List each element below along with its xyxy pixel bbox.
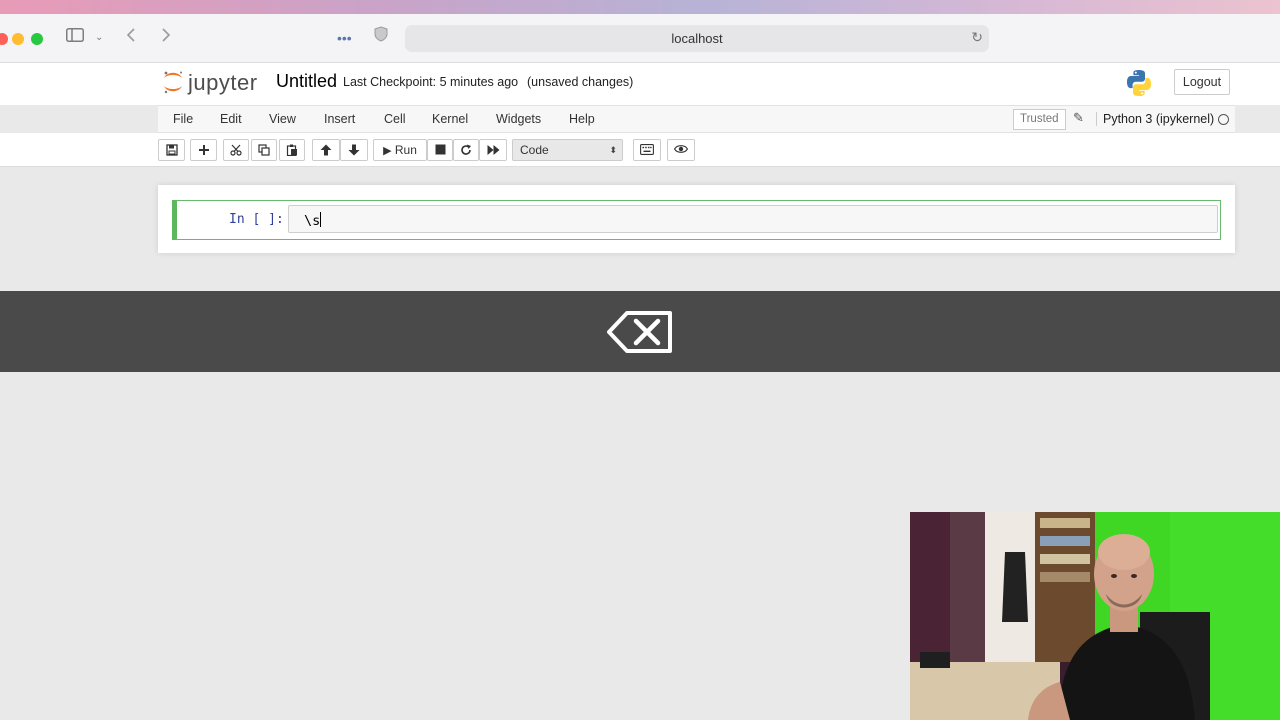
scissors-icon <box>230 144 242 156</box>
back-icon[interactable] <box>126 26 136 50</box>
backspace-key-icon <box>607 311 672 353</box>
notebook-container: In [ ]: \s <box>158 185 1235 253</box>
menu-file[interactable]: File <box>173 112 193 126</box>
cell-prompt: In [ ]: <box>229 212 284 227</box>
kernel-idle-icon <box>1218 114 1229 125</box>
cell-type-select[interactable]: Code ⬍ <box>512 139 623 161</box>
more-icon[interactable]: ••• <box>337 26 352 50</box>
menu-help[interactable]: Help <box>569 112 595 126</box>
restart-run-all-button[interactable] <box>479 139 507 161</box>
paste-icon <box>286 144 297 156</box>
restart-button[interactable] <box>453 139 479 161</box>
cell-editor[interactable]: \s <box>288 205 1218 233</box>
webcam-presenter-image <box>910 512 1280 720</box>
select-arrows-icon: ⬍ <box>609 145 617 155</box>
webcam-video <box>910 512 1280 720</box>
desktop-wallpaper-strip <box>0 0 1280 14</box>
shield-icon[interactable] <box>374 26 388 50</box>
cell-code-text: \s <box>304 213 321 229</box>
menu-cell[interactable]: Cell <box>384 112 406 126</box>
checkpoint-status: Last Checkpoint: 5 minutes ago <box>343 75 519 89</box>
logout-button[interactable]: Logout <box>1174 69 1230 95</box>
eye-icon <box>674 145 688 153</box>
trusted-badge[interactable]: Trusted <box>1013 109 1066 130</box>
jupyter-logo[interactable]: jupyter <box>162 68 266 98</box>
save-icon <box>165 144 178 156</box>
jupyter-header: jupyter Untitled Last Checkpoint: 5 minu… <box>0 63 1280 105</box>
cut-button[interactable] <box>223 139 249 161</box>
insert-cell-button[interactable] <box>190 139 217 161</box>
jupyter-logo-text: jupyter <box>188 70 258 95</box>
play-icon: ▶ <box>383 145 392 157</box>
jupyter-logo-icon <box>164 71 182 94</box>
code-cell[interactable]: In [ ]: \s <box>172 200 1221 240</box>
run-label: Run <box>394 143 417 157</box>
menu-kernel[interactable]: Kernel <box>432 112 468 126</box>
arrow-up-icon <box>320 144 332 156</box>
menu-widgets[interactable]: Widgets <box>496 112 541 126</box>
copy-icon <box>258 144 270 156</box>
cell-type-value: Code <box>520 143 549 157</box>
restart-icon <box>461 144 471 155</box>
close-window-button[interactable] <box>0 33 8 45</box>
save-button[interactable] <box>158 139 185 161</box>
move-up-button[interactable] <box>312 139 340 161</box>
pencil-icon[interactable]: ✎ <box>1073 110 1084 126</box>
menu-view[interactable]: View <box>269 112 296 126</box>
notebook-title[interactable]: Untitled <box>276 71 337 92</box>
keypress-overlay <box>0 291 1280 372</box>
minimize-window-button[interactable] <box>12 33 24 45</box>
sidebar-icon[interactable] <box>66 26 84 50</box>
menubar: File Edit View Insert Cell Kernel Widget… <box>158 105 1235 133</box>
arrow-down-icon <box>348 144 360 156</box>
keyboard-icon <box>640 144 654 155</box>
menu-insert[interactable]: Insert <box>324 112 355 126</box>
stop-icon <box>435 144 445 155</box>
paste-button[interactable] <box>279 139 305 161</box>
forward-icon[interactable] <box>161 26 171 50</box>
plus-icon <box>198 145 209 155</box>
python-logo-icon <box>1127 70 1151 96</box>
chevron-down-icon[interactable]: ⌄ <box>95 26 103 50</box>
address-bar[interactable]: localhost ↻ <box>405 25 989 52</box>
browser-toolbar: ⌄ ••• localhost ↻ <box>0 14 1280 63</box>
text-cursor <box>320 212 322 227</box>
run-button[interactable]: ▶ Run <box>373 139 427 161</box>
reload-icon[interactable]: ↻ <box>971 29 983 46</box>
notebook-toolbar: ▶ Run Code ⬍ <box>0 133 1280 167</box>
autosave-status: (unsaved changes) <box>527 75 634 89</box>
interrupt-button[interactable] <box>427 139 453 161</box>
url-text: localhost <box>671 31 723 46</box>
menu-edit[interactable]: Edit <box>220 112 242 126</box>
cell-code: \s <box>304 212 322 229</box>
toggle-view-button[interactable] <box>667 139 695 161</box>
command-palette-button[interactable] <box>633 139 661 161</box>
zoom-window-button[interactable] <box>31 33 43 45</box>
copy-button[interactable] <box>251 139 277 161</box>
fast-forward-icon <box>487 145 499 155</box>
move-down-button[interactable] <box>340 139 368 161</box>
kernel-name[interactable]: Python 3 (ipykernel) <box>1096 112 1214 126</box>
